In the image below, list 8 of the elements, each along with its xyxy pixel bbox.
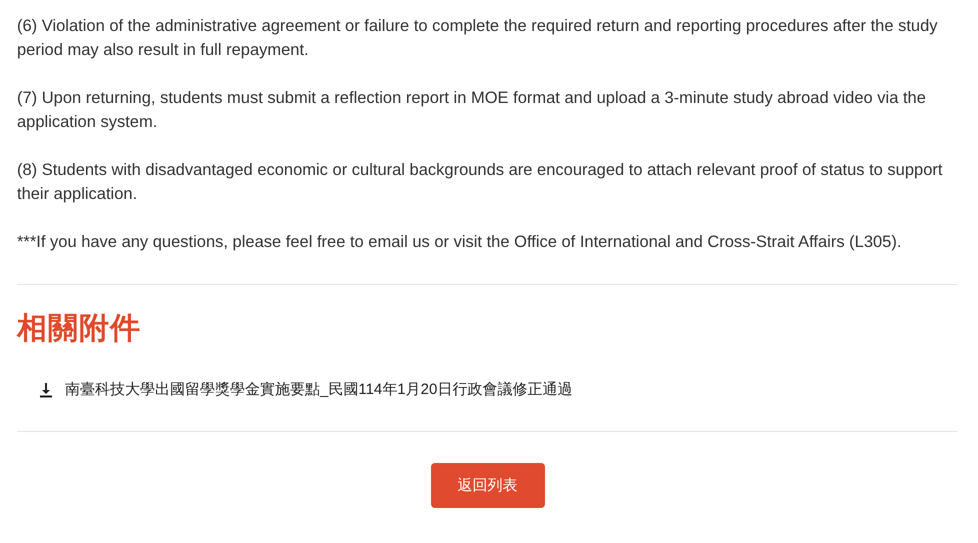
attachment-link[interactable]: 南臺科技大學出國留學獎學金實施要點_民國114年1月20日行政會議修正通過: [65, 379, 572, 401]
paragraph: ***If you have any questions, please feel free to email us or visit the Office of International and Cross-Strait Affairs (L305).: [17, 232, 902, 253]
paragraph: (6) Violation of the administrative agreement or failure to complete the required return and reporting procedures after the study period may also result in full repayment.: [17, 16, 939, 61]
section-heading: 相關附件: [17, 311, 142, 347]
download-icon[interactable]: [38, 382, 54, 398]
paragraph: (8) Students with disadvantaged economic or cultural backgrounds are encouraged to attach relevant proof of status to support their application.: [17, 160, 944, 205]
back-to-list-button[interactable]: 返回列表: [430, 463, 544, 508]
paragraph: (7) Upon returning, students must submit a reflection report in MOE format and upload a 3-minute study abroad video via the application system.: [17, 88, 927, 133]
